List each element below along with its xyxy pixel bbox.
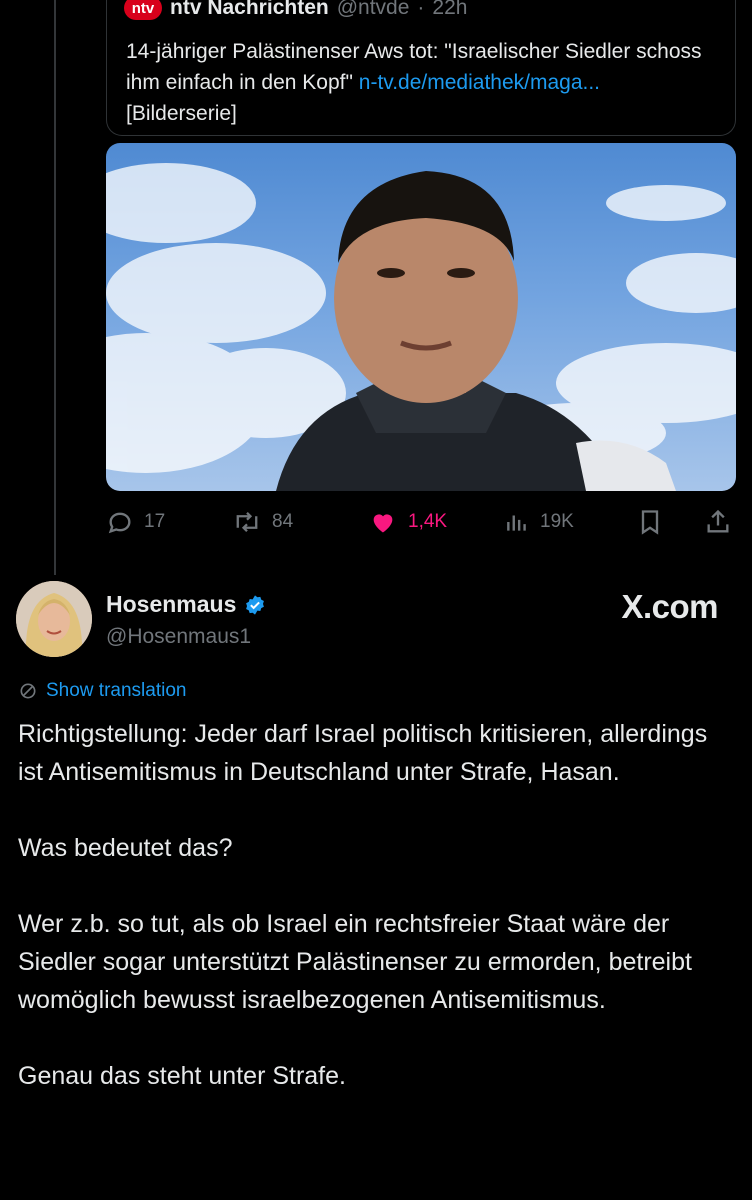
bookmark-button[interactable]: [636, 505, 664, 539]
show-translation-label: Show translation: [46, 680, 187, 701]
like-count: 1,4K: [408, 511, 448, 532]
avatar[interactable]: [16, 581, 92, 657]
quoted-tweet-text: 14-jähriger Palästinenser Aws tot: "Isra…: [126, 36, 706, 129]
verified-badge-icon: [246, 594, 265, 615]
quoted-tweet-photo[interactable]: [106, 143, 736, 491]
share-button[interactable]: [704, 505, 732, 539]
like-button[interactable]: 1,4K: [368, 505, 447, 539]
reply-button[interactable]: 17: [106, 505, 165, 539]
show-translation-link[interactable]: Show translation: [18, 680, 186, 702]
repost-count: 84: [272, 511, 294, 532]
repost-icon: [236, 511, 258, 533]
quoted-tweet-header: ntv ntv Nachrichten @ntvde · 22h: [124, 0, 467, 21]
ntv-logo: ntv: [124, 0, 162, 20]
author-name-row: Hosenmaus: [106, 591, 266, 618]
photo-illustration: [106, 163, 736, 491]
quoted-tweet-handle: @ntvde: [336, 0, 410, 19]
post-text: Richtigstellung: Jeder darf Israel polit…: [18, 715, 738, 1133]
heart-icon: [373, 514, 393, 533]
quoted-tweet-time[interactable]: 22h: [432, 0, 467, 20]
post-paragraph: Richtigstellung: Jeder darf Israel polit…: [18, 720, 708, 786]
repost-button[interactable]: 84: [232, 505, 293, 539]
post-paragraph: Wer z.b. so tut, als ob Israel ein recht…: [18, 910, 692, 1014]
post-paragraph: Was bedeutet das?: [18, 834, 233, 862]
quoted-tweet-link[interactable]: n-tv.de/mediathek/maga...: [359, 71, 600, 94]
xcom-watermark: X.com: [621, 588, 718, 625]
views-icon: [507, 515, 526, 531]
thread-connector-line: [54, 0, 56, 575]
views-button[interactable]: 19K: [504, 505, 574, 539]
author-handle[interactable]: @Hosenmaus1: [106, 625, 251, 649]
share-icon: [707, 509, 729, 533]
right-eye: [447, 268, 475, 278]
post-paragraph: Genau das steht unter Strafe.: [18, 1062, 346, 1090]
avatar-image: [16, 581, 92, 657]
quoted-tweet-author[interactable]: ntv Nachrichten: [170, 0, 329, 20]
quoted-tweet-suffix: [Bilderserie]: [126, 102, 237, 125]
reply-count: 17: [144, 511, 166, 532]
post-author-row: Hosenmaus @Hosenmaus1 X.com: [0, 575, 752, 665]
translate-icon: [20, 683, 36, 699]
reply-icon: [108, 512, 131, 534]
sleeve: [576, 440, 676, 491]
tweet-actions-bar: 17 84 1,4K 19K: [106, 505, 736, 539]
view-count: 19K: [540, 511, 574, 532]
author-name[interactable]: Hosenmaus: [106, 591, 236, 618]
quoted-tweet-separator: ·: [417, 0, 425, 19]
left-eye: [377, 268, 405, 278]
bookmark-icon: [641, 510, 659, 535]
